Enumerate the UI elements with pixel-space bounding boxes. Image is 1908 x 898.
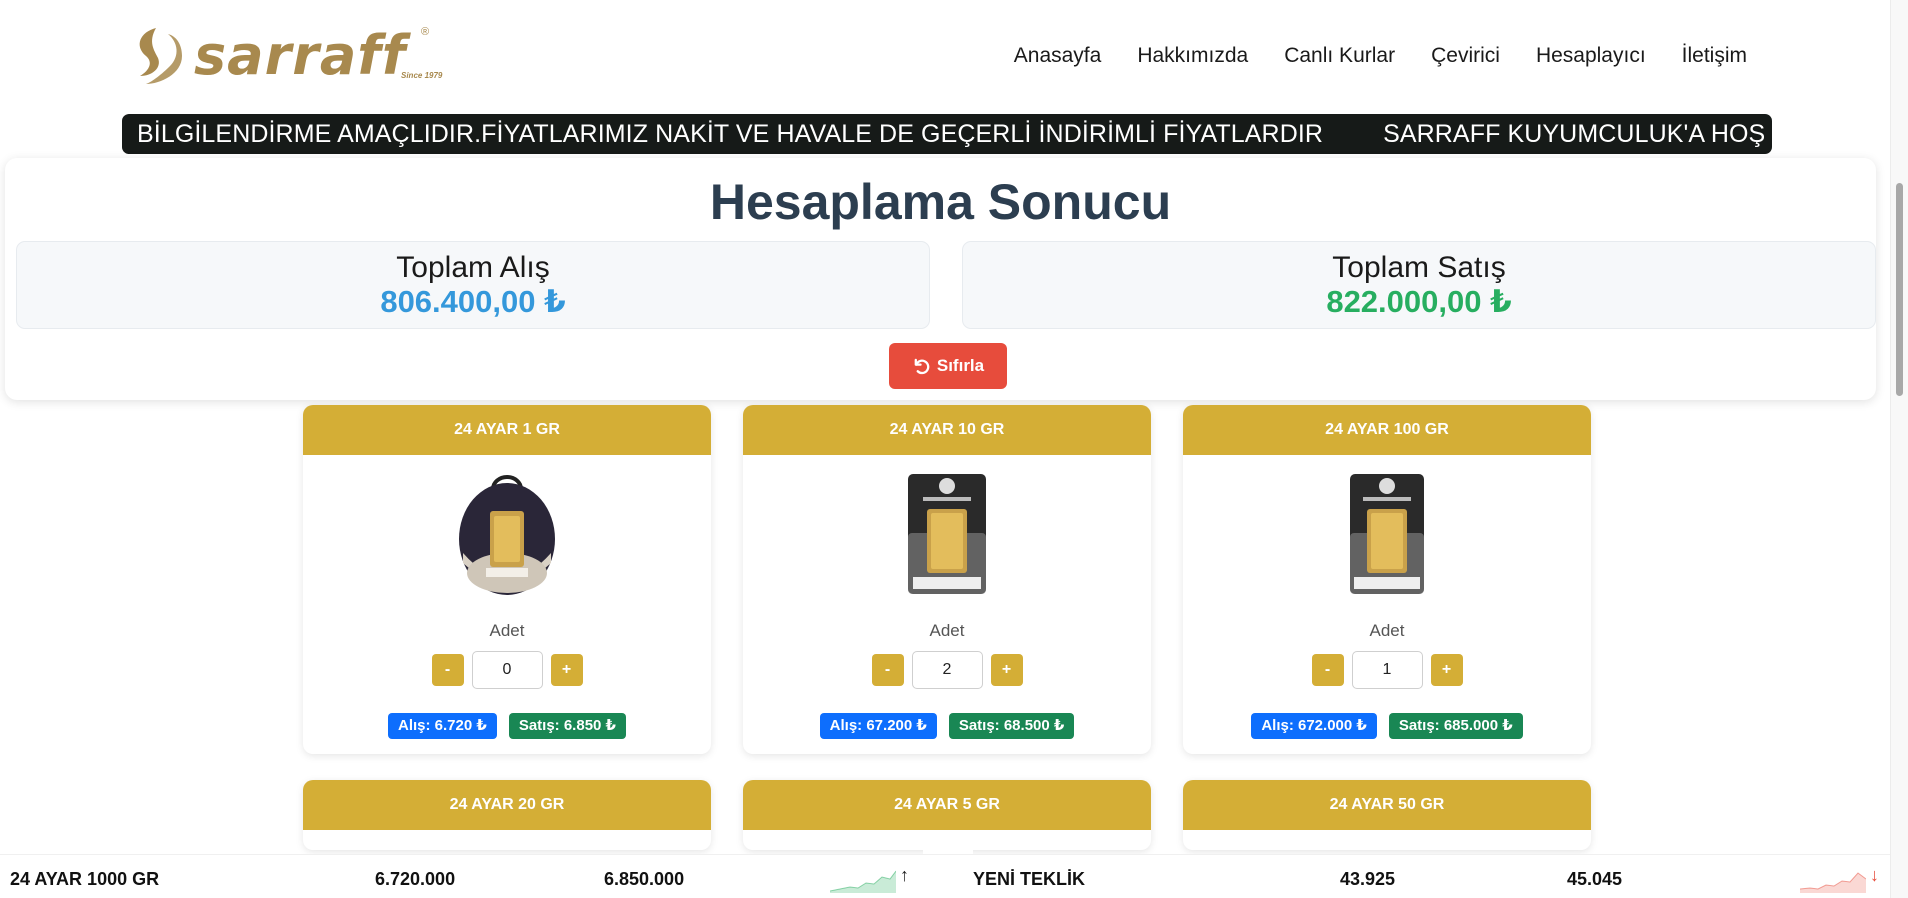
sarraff-logo[interactable]: sarraff ® Since 1979 xyxy=(126,26,446,86)
price-badges: Alış: 67.200 ₺ Satış: 68.500 ₺ xyxy=(743,713,1151,739)
card-title: 24 AYAR 1 GR xyxy=(303,405,711,455)
ticker-item: YENİ TEKLİK 43.925 45.045 ↓ xyxy=(970,855,1908,898)
buy-price-badge: Alış: 67.200 ₺ xyxy=(819,713,937,739)
ticker-buy: 6.720.000 xyxy=(375,869,456,889)
undo-icon xyxy=(914,358,930,374)
result-title: Hesaplama Sonucu xyxy=(709,174,1172,230)
page: sarraff ® Since 1979 Anasayfa Hakkımızda… xyxy=(0,0,1908,898)
total-sell-box: Toplam Satış 822.000,00 ₺ xyxy=(962,241,1876,329)
reset-button[interactable]: Sıfırla xyxy=(889,343,1007,389)
quantity-stepper: - + xyxy=(1183,651,1591,689)
total-buy-box: Toplam Alış 806.400,00 ₺ xyxy=(16,241,930,329)
quantity-decrement-button[interactable]: - xyxy=(871,654,904,686)
nav-anasayfa[interactable]: Anasayfa xyxy=(1014,42,1102,70)
ticker-sell: 6.850.000 xyxy=(604,869,685,889)
marquee-text-1: BİLGİLENDİRME AMAÇLIDIR.FİYATLARIMIZ NAK… xyxy=(137,120,1324,148)
reset-label: Sıfırla xyxy=(936,356,985,375)
card-title: 24 AYAR 100 GR xyxy=(1183,405,1591,455)
logo-wordmark: sarraff xyxy=(194,24,407,87)
calculation-result-panel: Hesaplama Sonucu Toplam Alış 806.400,00 … xyxy=(5,158,1876,400)
sarraff-logo-mark-icon xyxy=(139,28,182,84)
total-sell-value: 822.000,00 ₺ xyxy=(1326,284,1512,319)
quantity-label: Adet xyxy=(929,621,965,640)
main-nav: Anasayfa Hakkımızda Canlı Kurlar Çeviric… xyxy=(1014,42,1747,70)
quantity-input[interactable] xyxy=(471,651,543,689)
vertical-scrollbar[interactable] xyxy=(1890,0,1908,898)
price-badges: Alış: 672.000 ₺ Satış: 685.000 ₺ xyxy=(1183,713,1591,739)
quantity-stepper: - + xyxy=(303,651,711,689)
logo-since: Since 1979 xyxy=(401,71,443,80)
ticker-name: YENİ TEKLİK xyxy=(973,869,1086,889)
trend-sparkline-up xyxy=(830,870,896,893)
scrollbar-thumb[interactable] xyxy=(1896,183,1903,396)
trend-up-icon: ↑ xyxy=(900,865,909,885)
sell-price-badge: Satış: 6.850 ₺ xyxy=(508,713,626,739)
total-buy-label: Toplam Alış xyxy=(396,251,550,284)
buy-price-badge: Alış: 6.720 ₺ xyxy=(388,713,497,739)
ticker-item: 24 AYAR 1000 GR 6.720.000 6.850.000 ↑ xyxy=(0,855,960,898)
ticker-name: 24 AYAR 1000 GR xyxy=(10,869,160,889)
card-title: 24 AYAR 10 GR xyxy=(743,405,1151,455)
card-title: 24 AYAR 50 GR xyxy=(1183,780,1591,830)
total-sell-label: Toplam Satış xyxy=(1332,251,1506,284)
gold-100gr-bar-icon xyxy=(1350,474,1424,594)
logo-registered-mark: ® xyxy=(421,26,430,38)
sell-price-badge: Satış: 685.000 ₺ xyxy=(1388,713,1523,739)
nav-iletisim[interactable]: İletişim xyxy=(1682,42,1747,70)
nav-hesaplayici[interactable]: Hesaplayıcı xyxy=(1536,42,1646,70)
marquee-text-2: SARRAFF KUYUMCULUK'A HOŞ xyxy=(1383,120,1766,148)
card-title: 24 AYAR 20 GR xyxy=(303,780,711,830)
gold-1gr-pendant-icon xyxy=(459,475,555,595)
site-header: sarraff ® Since 1979 Anasayfa Hakkımızda… xyxy=(0,0,1890,110)
total-buy-value: 806.400,00 ₺ xyxy=(380,284,566,319)
nav-hakkimizda[interactable]: Hakkımızda xyxy=(1137,42,1248,70)
quantity-increment-button[interactable]: + xyxy=(990,654,1023,686)
buy-price-badge: Alış: 672.000 ₺ xyxy=(1251,713,1377,739)
quantity-increment-button[interactable]: + xyxy=(550,654,583,686)
quantity-stepper: - + xyxy=(743,651,1151,689)
trend-down-icon: ↓ xyxy=(1870,865,1879,885)
product-card-10gr: 24 AYAR 10 GR Adet - + Alış: 67.200 ₺ Sa… xyxy=(743,405,1151,754)
nav-canli-kurlar[interactable]: Canlı Kurlar xyxy=(1284,42,1395,70)
price-ticker: 24 AYAR 1000 GR 6.720.000 6.850.000 ↑ YE… xyxy=(0,854,1890,898)
ticker-buy: 43.925 xyxy=(1340,869,1396,889)
product-card-50gr: 24 AYAR 50 GR xyxy=(1183,780,1591,850)
ticker-sell: 45.045 xyxy=(1567,869,1623,889)
quantity-increment-button[interactable]: + xyxy=(1430,654,1463,686)
quantity-decrement-button[interactable]: - xyxy=(1311,654,1344,686)
gold-10gr-bar-icon xyxy=(908,474,986,594)
quantity-label: Adet xyxy=(489,621,525,640)
quantity-input[interactable] xyxy=(1351,651,1423,689)
product-card-20gr: 24 AYAR 20 GR xyxy=(303,780,711,850)
product-card-100gr: 24 AYAR 100 GR Adet - + Alış: 672.000 ₺ … xyxy=(1183,405,1591,754)
quantity-decrement-button[interactable]: - xyxy=(431,654,464,686)
price-badges: Alış: 6.720 ₺ Satış: 6.850 ₺ xyxy=(303,713,711,739)
quantity-label: Adet xyxy=(1369,621,1405,640)
sell-price-badge: Satış: 68.500 ₺ xyxy=(948,713,1075,739)
quantity-input[interactable] xyxy=(911,651,983,689)
card-title: 24 AYAR 5 GR xyxy=(743,780,1151,830)
trend-sparkline-down xyxy=(1800,872,1866,893)
nav-cevirici[interactable]: Çevirici xyxy=(1431,42,1500,70)
announcement-marquee: BİLGİLENDİRME AMAÇLIDIR.FİYATLARIMIZ NAK… xyxy=(122,114,1772,154)
product-card-1gr: 24 AYAR 1 GR Adet - + Alış: 6.720 ₺ Satı… xyxy=(303,405,711,754)
product-card-5gr: 24 AYAR 5 GR xyxy=(743,780,1151,850)
